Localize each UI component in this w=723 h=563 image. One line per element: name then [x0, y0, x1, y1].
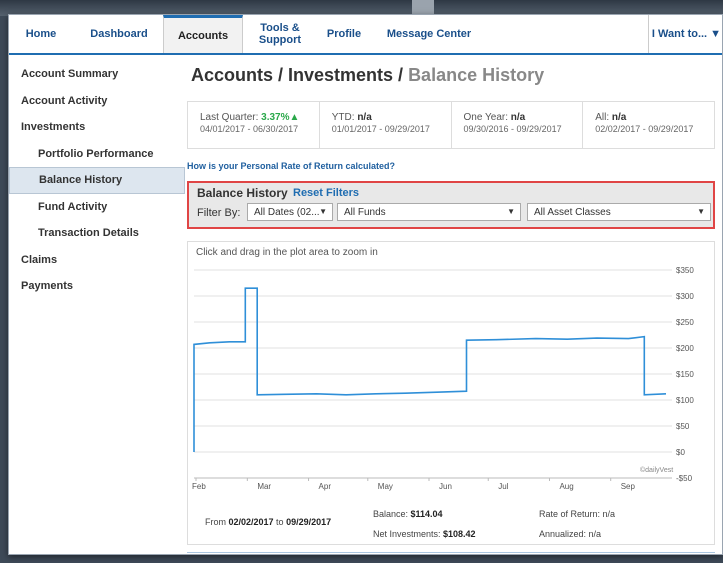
stat-dates: 04/01/2017 - 06/30/2017 — [200, 124, 299, 134]
chevron-down-icon: ▼ — [507, 207, 515, 216]
sidebar-item-fund-activity[interactable]: Fund Activity — [9, 194, 185, 221]
chevron-down-icon: ▼ — [697, 207, 705, 216]
stat-label: All: — [595, 112, 612, 123]
balance-history-chart[interactable]: $350 $300 $250 $200 $150 $100 $50 $0 -$50 Feb Mar A… — [188, 260, 714, 522]
asset-classes-select-value: All Asset Classes — [534, 207, 611, 218]
x-tick-label: Aug — [559, 482, 573, 491]
balance-series-line — [193, 287, 667, 452]
funds-select-value: All Funds — [344, 207, 386, 218]
asset-classes-select[interactable]: All Asset Classes ▼ — [527, 203, 711, 221]
stat-value: n/a — [611, 112, 627, 123]
y-tick-label: $150 — [676, 370, 694, 379]
page-title-current: Balance History — [408, 65, 545, 85]
nav-tools-support[interactable]: Tools & Support — [245, 15, 315, 53]
y-tick-label: $300 — [676, 292, 694, 301]
nav-home[interactable]: Home — [9, 15, 73, 53]
chevron-down-icon: ▼ — [319, 207, 327, 216]
stat-value: 3.37%▲ — [261, 112, 300, 123]
summary-annualized: Annualized: n/a — [539, 529, 602, 539]
balance-summary: From 02/02/2017 to 09/29/2017 Balance: $… — [187, 509, 715, 553]
sidebar-item-payments[interactable]: Payments — [9, 273, 185, 300]
chart-credit-label: ©dailyVest — [640, 466, 673, 474]
top-nav: Home Dashboard Accounts Tools & Support … — [9, 15, 722, 55]
summary-balance-label: Balance: — [373, 509, 411, 519]
summary-from-prefix: From — [205, 517, 229, 527]
y-tick-label: $100 — [676, 396, 694, 405]
sidebar-item-transaction-details[interactable]: Transaction Details — [9, 220, 185, 247]
sidebar-item-account-summary[interactable]: Account Summary — [9, 61, 185, 88]
summary-from-date: 02/02/2017 — [228, 517, 274, 527]
nav-dashboard[interactable]: Dashboard — [75, 15, 163, 53]
page-title-path: Accounts / Investments / — [191, 65, 409, 85]
stat-label: YTD: — [331, 112, 358, 123]
summary-rate-of-return: Rate of Return: n/a — [539, 509, 616, 519]
x-tick-label: Apr — [319, 482, 332, 491]
browser-window: Home Dashboard Accounts Tools & Support … — [8, 14, 723, 555]
chart-zoom-hint: Click and drag in the plot area to zoom … — [196, 247, 378, 258]
stat-all: All: n/a 02/02/2017 - 09/29/2017 — [583, 102, 714, 148]
i-want-to-menu[interactable]: I Want to... ▼ — [648, 15, 722, 53]
sidebar-item-portfolio-performance[interactable]: Portfolio Performance — [9, 141, 185, 168]
sidebar-item-balance-history[interactable]: Balance History — [9, 167, 185, 194]
stat-label: One Year: — [463, 112, 511, 123]
nav-accounts[interactable]: Accounts — [163, 15, 243, 53]
summary-balance-value: $114.04 — [410, 509, 443, 519]
stat-dates: 02/02/2017 - 09/29/2017 — [595, 124, 694, 134]
nav-profile[interactable]: Profile — [317, 15, 371, 53]
balance-chart-container: Click and drag in the plot area to zoom … — [187, 241, 715, 545]
sidebar-item-claims[interactable]: Claims — [9, 247, 185, 274]
summary-date-range: From 02/02/2017 to 09/29/2017 — [205, 517, 331, 527]
y-tick-label: $50 — [676, 422, 690, 431]
x-tick-label: Mar — [257, 482, 271, 491]
stat-last-quarter: Last Quarter: 3.37%▲ 04/01/2017 - 06/30/… — [188, 102, 320, 148]
y-tick-label: $350 — [676, 266, 694, 275]
summary-balance: Balance: $114.04 — [373, 509, 443, 519]
stat-one-year: One Year: n/a 09/30/2016 - 09/29/2017 — [452, 102, 584, 148]
x-tick-label: Sep — [621, 482, 636, 491]
filter-panel-title: Balance History — [197, 186, 288, 200]
funds-select[interactable]: All Funds ▼ — [337, 203, 521, 221]
nav-message-center[interactable]: Message Center — [381, 15, 477, 53]
stat-dates: 09/30/2016 - 09/29/2017 — [463, 124, 562, 134]
x-tick-label: Jun — [439, 482, 452, 491]
stat-value: n/a — [510, 112, 526, 123]
summary-to-word: to — [273, 517, 287, 527]
x-tick-label: Feb — [192, 482, 206, 491]
summary-net-investments: Net Investments: $108.42 — [373, 529, 476, 539]
x-tick-label: May — [378, 482, 393, 491]
summary-to-date: 09/29/2017 — [286, 517, 332, 527]
sidebar-item-investments[interactable]: Investments — [9, 114, 185, 141]
sidebar: Account Summary Account Activity Investm… — [9, 61, 185, 300]
stat-value: n/a — [357, 112, 372, 123]
stat-dates: 01/01/2017 - 09/29/2017 — [331, 124, 430, 134]
page-title: Accounts / Investments / Balance History — [191, 65, 544, 86]
filter-by-label: Filter By: — [197, 207, 241, 219]
y-tick-label: $250 — [676, 318, 694, 327]
dates-select-value: All Dates (02... — [254, 207, 320, 218]
stat-label: Last Quarter: — [200, 112, 262, 123]
y-tick-label: -$50 — [676, 474, 693, 483]
balance-history-filter-panel: Balance History Reset Filters Filter By:… — [187, 181, 715, 229]
sidebar-item-account-activity[interactable]: Account Activity — [9, 88, 185, 115]
stat-ytd: YTD: n/a 01/01/2017 - 09/29/2017 — [320, 102, 452, 148]
summary-net-label: Net Investments: — [373, 529, 444, 539]
summary-net-value: $108.42 — [443, 529, 476, 539]
reset-filters-link[interactable]: Reset Filters — [293, 187, 359, 199]
x-tick-label: Jul — [498, 482, 508, 491]
dates-select[interactable]: All Dates (02... ▼ — [247, 203, 333, 221]
y-tick-label: $0 — [676, 448, 685, 457]
y-tick-label: $200 — [676, 344, 694, 353]
return-stats: Last Quarter: 3.37%▲ 04/01/2017 - 06/30/… — [187, 101, 715, 149]
ror-calculation-link[interactable]: How is your Personal Rate of Return calc… — [187, 161, 395, 171]
